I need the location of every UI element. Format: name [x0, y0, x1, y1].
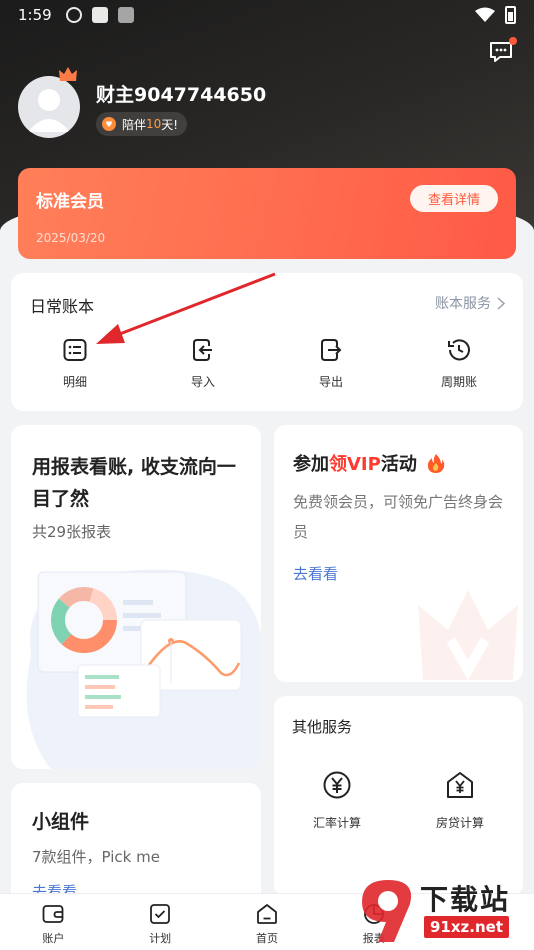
status-time: 1:59: [18, 6, 52, 24]
home-icon: [257, 904, 277, 924]
fire-icon: [427, 454, 445, 473]
daily-book-card: 日常账本 账本服务 明细 导入 导出 周期账: [11, 273, 523, 411]
chevron-right-icon: [497, 296, 505, 310]
heart-icon: ♥: [102, 117, 116, 131]
vip-heading-highlight: 领VIP: [329, 454, 381, 475]
import-icon: [193, 339, 212, 361]
message-button[interactable]: [488, 37, 517, 64]
companion-prefix: 陪伴: [122, 117, 147, 132]
export-icon: [321, 339, 342, 361]
tab-home[interactable]: 首页: [214, 894, 321, 950]
yen-circle-icon: [323, 771, 351, 799]
avatar[interactable]: [18, 76, 80, 138]
daily-item-import[interactable]: 导入: [139, 337, 267, 390]
service-mortgage[interactable]: 房贷计算: [405, 770, 515, 831]
vip-heading-suffix: 活动: [380, 454, 417, 475]
daily-item-export[interactable]: 导出: [267, 337, 395, 390]
list-icon: [63, 339, 87, 361]
service-label: 汇率计算: [312, 816, 361, 830]
watermark-title: 下载站: [420, 883, 511, 916]
daily-item-label: 周期账: [440, 375, 477, 389]
report-illustration: [26, 569, 261, 769]
app-notification-icon-2: [117, 7, 134, 23]
default-avatar-icon: [28, 89, 70, 132]
vip-activity-card[interactable]: 参加领VIP活动 免费领会员，可领免广告终身会员 去看看: [274, 425, 523, 682]
membership-date: 2025/03/20: [36, 231, 106, 245]
checklist-icon: [150, 904, 171, 924]
tab-label: 计划: [149, 932, 172, 945]
vip-activity-heading: 参加领VIP活动: [293, 450, 445, 476]
other-services-card: 其他服务 汇率计算 房贷计算: [274, 696, 523, 896]
companion-suffix: 天!: [161, 117, 179, 132]
vip-activity-go-link[interactable]: 去看看: [293, 563, 338, 584]
house-yen-icon: [447, 772, 473, 798]
notification-icon: [65, 7, 82, 23]
book-service-label: 账本服务: [435, 296, 491, 312]
app-notification-icon: [91, 7, 108, 23]
view-details-button[interactable]: 查看详情: [410, 185, 498, 212]
widget-heading: 小组件: [32, 811, 90, 833]
tab-label: 账户: [42, 932, 65, 945]
site-watermark: 下载站 91xz.net: [358, 876, 528, 946]
cycle-clock-icon: [448, 339, 470, 361]
widget-card[interactable]: 小组件 7款组件，Pick me 去看看: [11, 783, 261, 903]
widget-subtitle: 7款组件，Pick me: [32, 848, 160, 866]
companion-days: 10: [146, 117, 162, 131]
companion-badge: ♥ 陪伴 10 天!: [96, 112, 188, 136]
user-name: 财主9047744650: [96, 84, 267, 106]
daily-book-title: 日常账本: [30, 297, 95, 316]
other-services-title: 其他服务: [292, 718, 353, 736]
vip-crown-watermark-icon: [418, 590, 518, 681]
membership-title: 标准会员: [36, 192, 104, 212]
tab-label: 首页: [255, 932, 278, 945]
report-heading: 用报表看账, 收支流向一目了然: [32, 456, 236, 510]
wifi-icon: [475, 7, 495, 22]
vip-heading-prefix: 参加: [293, 454, 329, 475]
wallet-icon: [42, 905, 64, 923]
daily-item-label: 明细: [62, 375, 87, 389]
service-exchange-rate[interactable]: 汇率计算: [282, 770, 392, 831]
tab-plan[interactable]: 计划: [107, 894, 214, 950]
battery-icon: [505, 6, 516, 24]
daily-item-cycle[interactable]: 周期账: [395, 337, 523, 390]
daily-item-label: 导出: [318, 375, 343, 389]
report-card[interactable]: 用报表看账, 收支流向一目了然 共29张报表: [11, 425, 261, 769]
membership-card[interactable]: 标准会员 2025/03/20 查看详情: [18, 168, 516, 259]
daily-item-label: 导入: [190, 375, 215, 389]
service-label: 房贷计算: [435, 816, 484, 830]
book-service-link[interactable]: 账本服务: [435, 293, 505, 313]
unread-dot: [509, 37, 517, 45]
watermark-url: 91xz.net: [424, 916, 510, 938]
status-bar: 1:59: [0, 0, 534, 30]
tab-account[interactable]: 账户: [0, 894, 107, 950]
watermark-logo-icon: [362, 880, 412, 942]
vip-activity-description: 免费领会员，可领免广告终身会员: [293, 493, 504, 541]
daily-item-details[interactable]: 明细: [11, 337, 139, 390]
report-subtitle: 共29张报表: [32, 523, 112, 541]
crown-icon: [59, 67, 77, 81]
